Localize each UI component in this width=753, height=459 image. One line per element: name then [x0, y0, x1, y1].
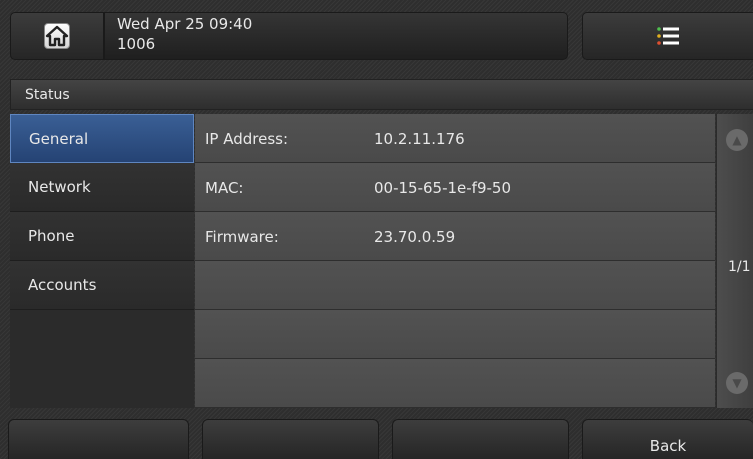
back-button[interactable]: Back — [582, 419, 753, 459]
softkey-3[interactable] — [392, 419, 569, 459]
softkey-bar: Back — [0, 419, 753, 459]
softkey-2[interactable] — [202, 419, 379, 459]
back-button-label: Back — [649, 437, 687, 455]
sidebar-item-label: General — [29, 130, 89, 148]
sidebar-item-accounts[interactable]: Accounts — [10, 261, 194, 310]
sidebar-item-general[interactable]: General — [10, 114, 194, 163]
row-label: Firmware: — [205, 228, 279, 246]
status-table: IP Address: 10.2.11.176 MAC: 00-15-65-1e… — [195, 114, 715, 408]
menu-list-icon — [656, 24, 680, 52]
home-button[interactable] — [10, 12, 104, 60]
table-row[interactable]: IP Address: 10.2.11.176 — [195, 114, 715, 163]
table-row — [195, 310, 715, 359]
sidebar-item-phone[interactable]: Phone — [10, 212, 194, 261]
scroll-up-icon[interactable]: ▲ — [726, 129, 748, 151]
scroll-down-icon[interactable]: ▼ — [726, 372, 748, 394]
table-row[interactable]: Firmware: 23.70.0.59 — [195, 212, 715, 261]
page-title-bar: Status — [10, 79, 753, 110]
sidebar-item-network[interactable]: Network — [10, 163, 194, 212]
row-label: IP Address: — [205, 130, 289, 148]
table-row — [195, 359, 715, 408]
page-title: Status — [25, 87, 70, 103]
row-value: 10.2.11.176 — [374, 130, 465, 148]
sidebar-item-label: Network — [28, 178, 91, 196]
sidebar-item-label: Accounts — [28, 276, 97, 294]
table-row[interactable]: MAC: 00-15-65-1e-f9-50 — [195, 163, 715, 212]
status-info: Wed Apr 25 09:40 1006 — [104, 12, 568, 60]
softkey-1[interactable] — [8, 419, 189, 459]
row-value: 23.70.0.59 — [374, 228, 456, 246]
menu-button[interactable] — [582, 12, 753, 60]
date-time: Wed Apr 25 09:40 — [117, 15, 253, 33]
page-scroller: ▲ 1/1 ▼ — [716, 114, 753, 408]
extension-number: 1006 — [117, 35, 156, 53]
home-icon — [44, 23, 70, 49]
top-bar: Wed Apr 25 09:40 1006 — [0, 0, 753, 68]
table-row — [195, 261, 715, 310]
sidebar: General Network Phone Accounts — [10, 114, 194, 408]
page-indicator: 1/1 — [728, 259, 751, 275]
row-label: MAC: — [205, 179, 244, 197]
sidebar-item-label: Phone — [28, 227, 75, 245]
row-value: 00-15-65-1e-f9-50 — [374, 179, 512, 197]
